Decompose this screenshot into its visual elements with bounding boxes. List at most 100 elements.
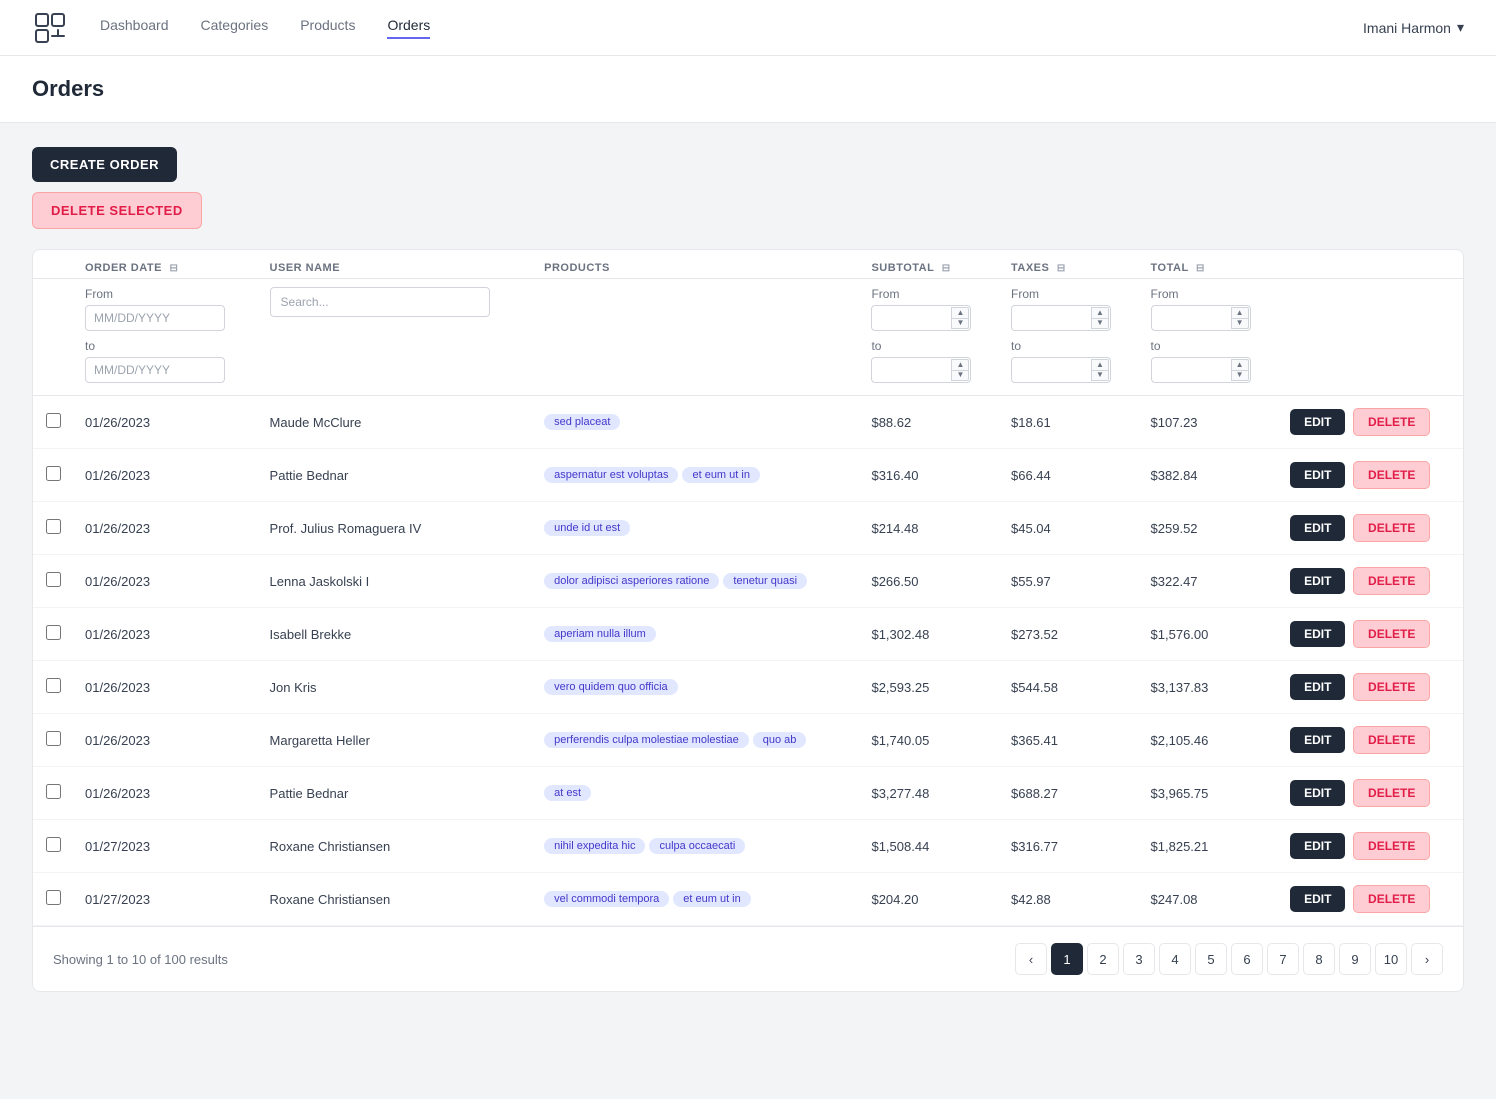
page-1-button[interactable]: 1	[1051, 943, 1083, 975]
row-checkbox-3[interactable]	[46, 572, 61, 587]
table-row: 01/26/2023 Pattie Bednar at est $3,277.4…	[33, 767, 1463, 820]
filter-date-from[interactable]	[85, 305, 225, 331]
delete-button[interactable]: DELETE	[1353, 726, 1430, 754]
row-checkbox-6[interactable]	[46, 731, 61, 746]
navbar: Dashboard Categories Products Orders Ima…	[0, 0, 1496, 56]
row-taxes: $544.58	[999, 661, 1139, 714]
row-order-date: 01/26/2023	[73, 608, 258, 661]
row-total: $382.84	[1139, 449, 1279, 502]
subtotal-from-up[interactable]: ▲	[951, 307, 969, 318]
row-actions: EDIT DELETE	[1278, 396, 1463, 449]
create-order-button[interactable]: CREATE ORDER	[32, 147, 177, 182]
edit-button[interactable]: EDIT	[1290, 409, 1345, 435]
delete-button[interactable]: DELETE	[1353, 885, 1430, 913]
page-2-button[interactable]: 2	[1087, 943, 1119, 975]
delete-button[interactable]: DELETE	[1353, 673, 1430, 701]
delete-button[interactable]: DELETE	[1353, 779, 1430, 807]
edit-button[interactable]: EDIT	[1290, 780, 1345, 806]
page-9-button[interactable]: 9	[1339, 943, 1371, 975]
page-10-button[interactable]: 10	[1375, 943, 1407, 975]
total-from-down[interactable]: ▼	[1231, 318, 1249, 330]
next-page-button[interactable]: ›	[1411, 943, 1443, 975]
delete-button[interactable]: DELETE	[1353, 514, 1430, 542]
row-checkbox-1[interactable]	[46, 466, 61, 481]
row-actions: EDIT DELETE	[1278, 449, 1463, 502]
row-checkbox-2[interactable]	[46, 519, 61, 534]
filter-subtotal-cell: From ▲ ▼ to ▲	[859, 279, 999, 396]
subtotal-to-down[interactable]: ▼	[951, 370, 969, 382]
page-8-button[interactable]: 8	[1303, 943, 1335, 975]
taxes-to-down[interactable]: ▼	[1091, 370, 1109, 382]
subtotal-from-down[interactable]: ▼	[951, 318, 969, 330]
row-actions: EDIT DELETE	[1278, 608, 1463, 661]
row-checkbox-9[interactable]	[46, 890, 61, 905]
search-input[interactable]	[270, 287, 490, 317]
user-name: Imani Harmon	[1363, 20, 1451, 36]
filter-total-icon[interactable]: ⊟	[1196, 263, 1205, 274]
filter-order-date-icon[interactable]: ⊟	[169, 263, 178, 274]
taxes-to-up[interactable]: ▲	[1091, 359, 1109, 370]
taxes-from-down[interactable]: ▼	[1091, 318, 1109, 330]
row-checkbox-8[interactable]	[46, 837, 61, 852]
delete-selected-button[interactable]: DELETE SELECTED	[32, 192, 202, 229]
edit-button[interactable]: EDIT	[1290, 462, 1345, 488]
page-3-button[interactable]: 3	[1123, 943, 1155, 975]
row-actions: EDIT DELETE	[1278, 555, 1463, 608]
row-checkbox-4[interactable]	[46, 625, 61, 640]
row-actions: EDIT DELETE	[1278, 820, 1463, 873]
taxes-to-label: to	[1011, 339, 1127, 353]
product-tag: nihil expedita hic	[544, 838, 645, 854]
row-order-date: 01/27/2023	[73, 820, 258, 873]
row-taxes: $365.41	[999, 714, 1139, 767]
row-checkbox-7[interactable]	[46, 784, 61, 799]
row-checkbox-cell	[33, 449, 73, 502]
col-total: TOTAL ⊟	[1139, 250, 1279, 279]
taxes-from-spinners: ▲ ▼	[1091, 307, 1109, 329]
total-from-up[interactable]: ▲	[1231, 307, 1249, 318]
delete-button[interactable]: DELETE	[1353, 620, 1430, 648]
nav-dashboard[interactable]: Dashboard	[100, 17, 169, 39]
nav-products[interactable]: Products	[300, 17, 355, 39]
product-tag: dolor adipisci asperiores ratione	[544, 573, 719, 589]
prev-page-button[interactable]: ‹	[1015, 943, 1047, 975]
filter-date-to[interactable]	[85, 357, 225, 383]
row-total: $3,137.83	[1139, 661, 1279, 714]
taxes-from-up[interactable]: ▲	[1091, 307, 1109, 318]
row-products: sed placeat	[532, 396, 859, 449]
delete-button[interactable]: DELETE	[1353, 832, 1430, 860]
page-7-button[interactable]: 7	[1267, 943, 1299, 975]
nav-categories[interactable]: Categories	[201, 17, 269, 39]
row-total: $2,105.46	[1139, 714, 1279, 767]
edit-button[interactable]: EDIT	[1290, 674, 1345, 700]
user-menu[interactable]: Imani Harmon ▾	[1363, 19, 1464, 36]
edit-button[interactable]: EDIT	[1290, 886, 1345, 912]
table-body: 01/26/2023 Maude McClure sed placeat $88…	[33, 396, 1463, 926]
total-to-up[interactable]: ▲	[1231, 359, 1249, 370]
edit-button[interactable]: EDIT	[1290, 833, 1345, 859]
filter-subtotal-icon[interactable]: ⊟	[942, 263, 951, 274]
row-order-date: 01/26/2023	[73, 767, 258, 820]
table-row: 01/26/2023 Jon Kris vero quidem quo offi…	[33, 661, 1463, 714]
filter-taxes-icon[interactable]: ⊟	[1057, 263, 1066, 274]
total-to-down[interactable]: ▼	[1231, 370, 1249, 382]
page-5-button[interactable]: 5	[1195, 943, 1227, 975]
nav-orders[interactable]: Orders	[387, 17, 430, 39]
row-order-date: 01/26/2023	[73, 555, 258, 608]
edit-button[interactable]: EDIT	[1290, 568, 1345, 594]
row-subtotal: $1,302.48	[859, 608, 999, 661]
page-4-button[interactable]: 4	[1159, 943, 1191, 975]
delete-button[interactable]: DELETE	[1353, 461, 1430, 489]
subtotal-to-up[interactable]: ▲	[951, 359, 969, 370]
row-taxes: $55.97	[999, 555, 1139, 608]
product-tag: culpa occaecati	[649, 838, 745, 854]
delete-button[interactable]: DELETE	[1353, 567, 1430, 595]
edit-button[interactable]: EDIT	[1290, 727, 1345, 753]
edit-button[interactable]: EDIT	[1290, 515, 1345, 541]
row-total: $259.52	[1139, 502, 1279, 555]
row-checkbox-5[interactable]	[46, 678, 61, 693]
edit-button[interactable]: EDIT	[1290, 621, 1345, 647]
filter-to-label: to	[85, 339, 246, 353]
delete-button[interactable]: DELETE	[1353, 408, 1430, 436]
page-6-button[interactable]: 6	[1231, 943, 1263, 975]
row-checkbox-0[interactable]	[46, 413, 61, 428]
